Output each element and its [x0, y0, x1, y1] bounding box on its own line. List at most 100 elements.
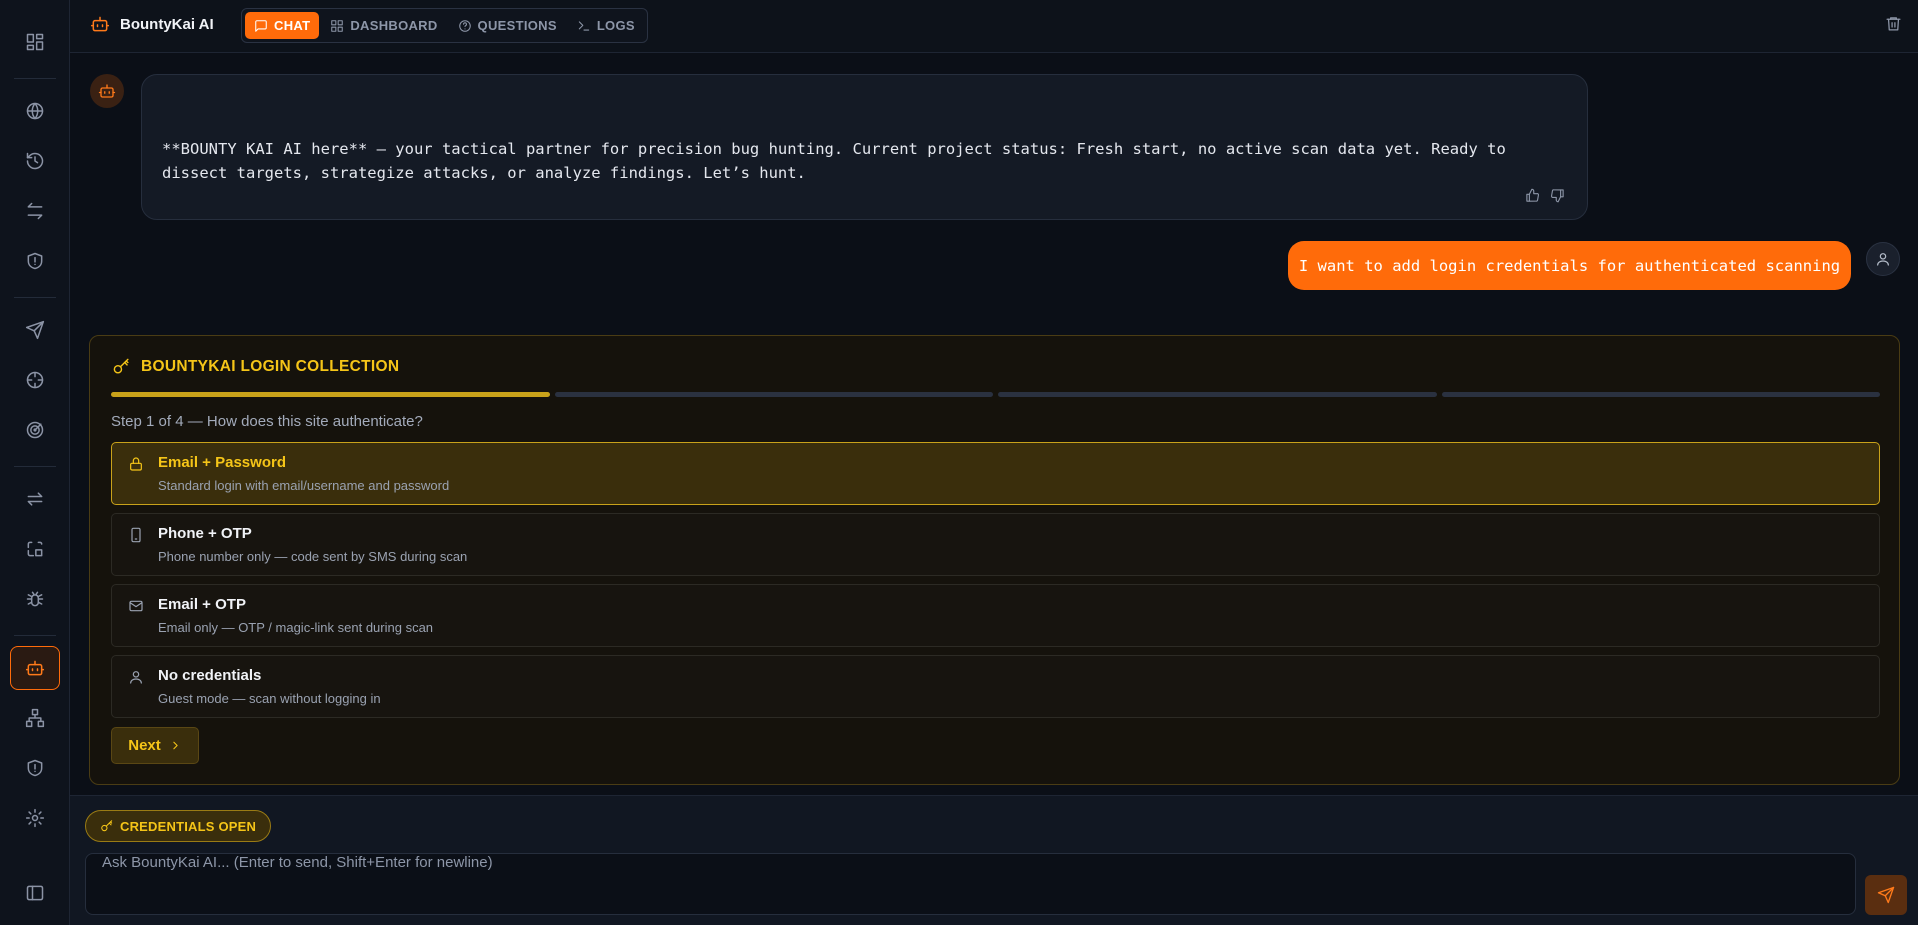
- credentials-open-badge[interactable]: CREDENTIALS OPEN: [85, 810, 272, 842]
- bot-message-text: **BOUNTY KAI AI here** — your tactical p…: [162, 140, 1506, 182]
- network-icon: [25, 708, 45, 728]
- sidebar-item-send[interactable]: [10, 308, 60, 352]
- sidebar-item-globe[interactable]: [10, 89, 60, 133]
- shield-icon: [27, 252, 43, 270]
- progress-segment: [111, 392, 550, 397]
- brand: BountyKai AI: [90, 14, 214, 34]
- step-label: Step 1 of 4 — How does this site authent…: [111, 413, 423, 430]
- settings-icon: [25, 808, 45, 828]
- thumbs-down-icon: [1551, 189, 1564, 203]
- key-icon: [101, 820, 113, 832]
- grid-icon: [26, 33, 44, 51]
- app-title: BountyKai AI: [120, 15, 214, 33]
- sidebar-divider: [14, 78, 56, 79]
- option-desc: Guest mode — scan without logging in: [158, 691, 381, 706]
- thumbs-up-button[interactable]: [1525, 188, 1540, 207]
- user-icon: [128, 669, 144, 689]
- mail-icon: [128, 598, 144, 618]
- header: BountyKai AI CHAT DASHBOARD QUESTIONS LO…: [70, 0, 1918, 53]
- sidebar-item-shield-alert[interactable]: [10, 746, 60, 790]
- chat-icon: [255, 19, 267, 32]
- trash-icon: [1886, 17, 1901, 31]
- sidebar-toggle[interactable]: [10, 871, 60, 915]
- sidebar-item-repeat[interactable]: [10, 477, 60, 521]
- tab-label: CHAT: [274, 18, 311, 33]
- tab-bar: CHAT DASHBOARD QUESTIONS LOGS: [241, 8, 648, 43]
- progress-segment: [554, 392, 993, 397]
- history-icon: [26, 152, 44, 170]
- terminal-icon: [578, 20, 590, 31]
- help-circle-icon: [458, 19, 471, 32]
- sidebar-item-swap[interactable]: [10, 189, 60, 233]
- sidebar-item-bot[interactable]: [10, 646, 60, 690]
- message-feedback: [1525, 188, 1565, 207]
- bot-icon: [25, 660, 45, 676]
- crosshair-icon: [26, 371, 44, 389]
- lock-icon: [128, 456, 144, 476]
- card-title-text: BOUNTYKAI LOGIN COLLECTION: [141, 357, 400, 375]
- clear-chat-button[interactable]: [1885, 15, 1902, 36]
- next-button[interactable]: Next: [111, 727, 199, 764]
- next-button-label: Next: [128, 737, 161, 754]
- sidebar-item-network[interactable]: [10, 696, 60, 740]
- tab-label: QUESTIONS: [477, 18, 557, 33]
- sidebar-item-history[interactable]: [10, 139, 60, 183]
- thumbs-down-button[interactable]: [1550, 188, 1565, 207]
- globe-icon: [26, 102, 44, 120]
- tab-dashboard[interactable]: DASHBOARD: [321, 12, 446, 39]
- option-phone-otp[interactable]: Phone + OTP Phone number only — code sen…: [111, 513, 1880, 576]
- user-icon: [1877, 253, 1889, 266]
- progress-segment: [1441, 392, 1880, 397]
- tab-label: LOGS: [596, 18, 635, 33]
- sidebar: [0, 0, 70, 925]
- bot-icon: [90, 16, 110, 32]
- step-progress: [111, 392, 1880, 397]
- sidebar-item-crosshair[interactable]: [10, 358, 60, 402]
- composer: CREDENTIALS OPEN: [70, 795, 1918, 925]
- tab-label: DASHBOARD: [350, 18, 438, 33]
- tab-questions[interactable]: QUESTIONS: [449, 12, 566, 39]
- user-message: I want to add login credentials for auth…: [1288, 241, 1851, 290]
- option-title: Email + OTP: [158, 596, 246, 613]
- option-title: Phone + OTP: [158, 525, 252, 542]
- send-icon: [25, 320, 45, 340]
- option-title: No credentials: [158, 667, 262, 684]
- bot-message: **BOUNTY KAI AI here** — your tactical p…: [141, 74, 1588, 220]
- sidebar-item-grid[interactable]: [10, 20, 60, 64]
- shield-alert-icon: [27, 759, 43, 777]
- sidebar-item-target[interactable]: [10, 408, 60, 452]
- scan-code-icon: [27, 541, 43, 557]
- card-title: BOUNTYKAI LOGIN COLLECTION: [112, 357, 399, 376]
- target-icon: [26, 421, 44, 439]
- bot-icon: [98, 84, 116, 98]
- badge-label: CREDENTIALS OPEN: [120, 818, 257, 834]
- login-collection-card: BOUNTYKAI LOGIN COLLECTION Step 1 of 4 —…: [89, 335, 1900, 785]
- phone-icon: [128, 527, 144, 547]
- option-title: Email + Password: [158, 454, 286, 471]
- repeat-icon: [27, 492, 43, 506]
- option-email-password[interactable]: Email + Password Standard login with ema…: [111, 442, 1880, 505]
- option-desc: Standard login with email/username and p…: [158, 478, 450, 493]
- chevron-right-icon: [173, 741, 178, 750]
- sidebar-divider: [14, 297, 56, 298]
- arrows-swap-icon: [27, 202, 43, 220]
- panel-icon: [26, 885, 44, 901]
- option-desc: Phone number only — code sent by SMS dur…: [158, 549, 468, 564]
- send-icon: [1877, 886, 1895, 904]
- thumbs-up-icon: [1526, 188, 1539, 202]
- option-no-credentials[interactable]: No credentials Guest mode — scan without…: [111, 655, 1880, 718]
- send-button[interactable]: [1865, 875, 1907, 915]
- sidebar-divider: [14, 635, 56, 636]
- tab-logs[interactable]: LOGS: [568, 12, 644, 39]
- chat-input[interactable]: [85, 853, 1856, 915]
- option-desc: Email only — OTP / magic-link sent durin…: [158, 620, 434, 635]
- key-icon: [113, 358, 129, 374]
- progress-segment: [998, 392, 1437, 397]
- sidebar-divider: [14, 466, 56, 467]
- sidebar-item-bug[interactable]: [10, 577, 60, 621]
- sidebar-item-shield[interactable]: [10, 239, 60, 283]
- sidebar-item-scan-code[interactable]: [10, 527, 60, 571]
- option-email-otp[interactable]: Email + OTP Email only — OTP / magic-lin…: [111, 584, 1880, 647]
- tab-chat[interactable]: CHAT: [245, 12, 320, 39]
- sidebar-item-settings[interactable]: [10, 796, 60, 840]
